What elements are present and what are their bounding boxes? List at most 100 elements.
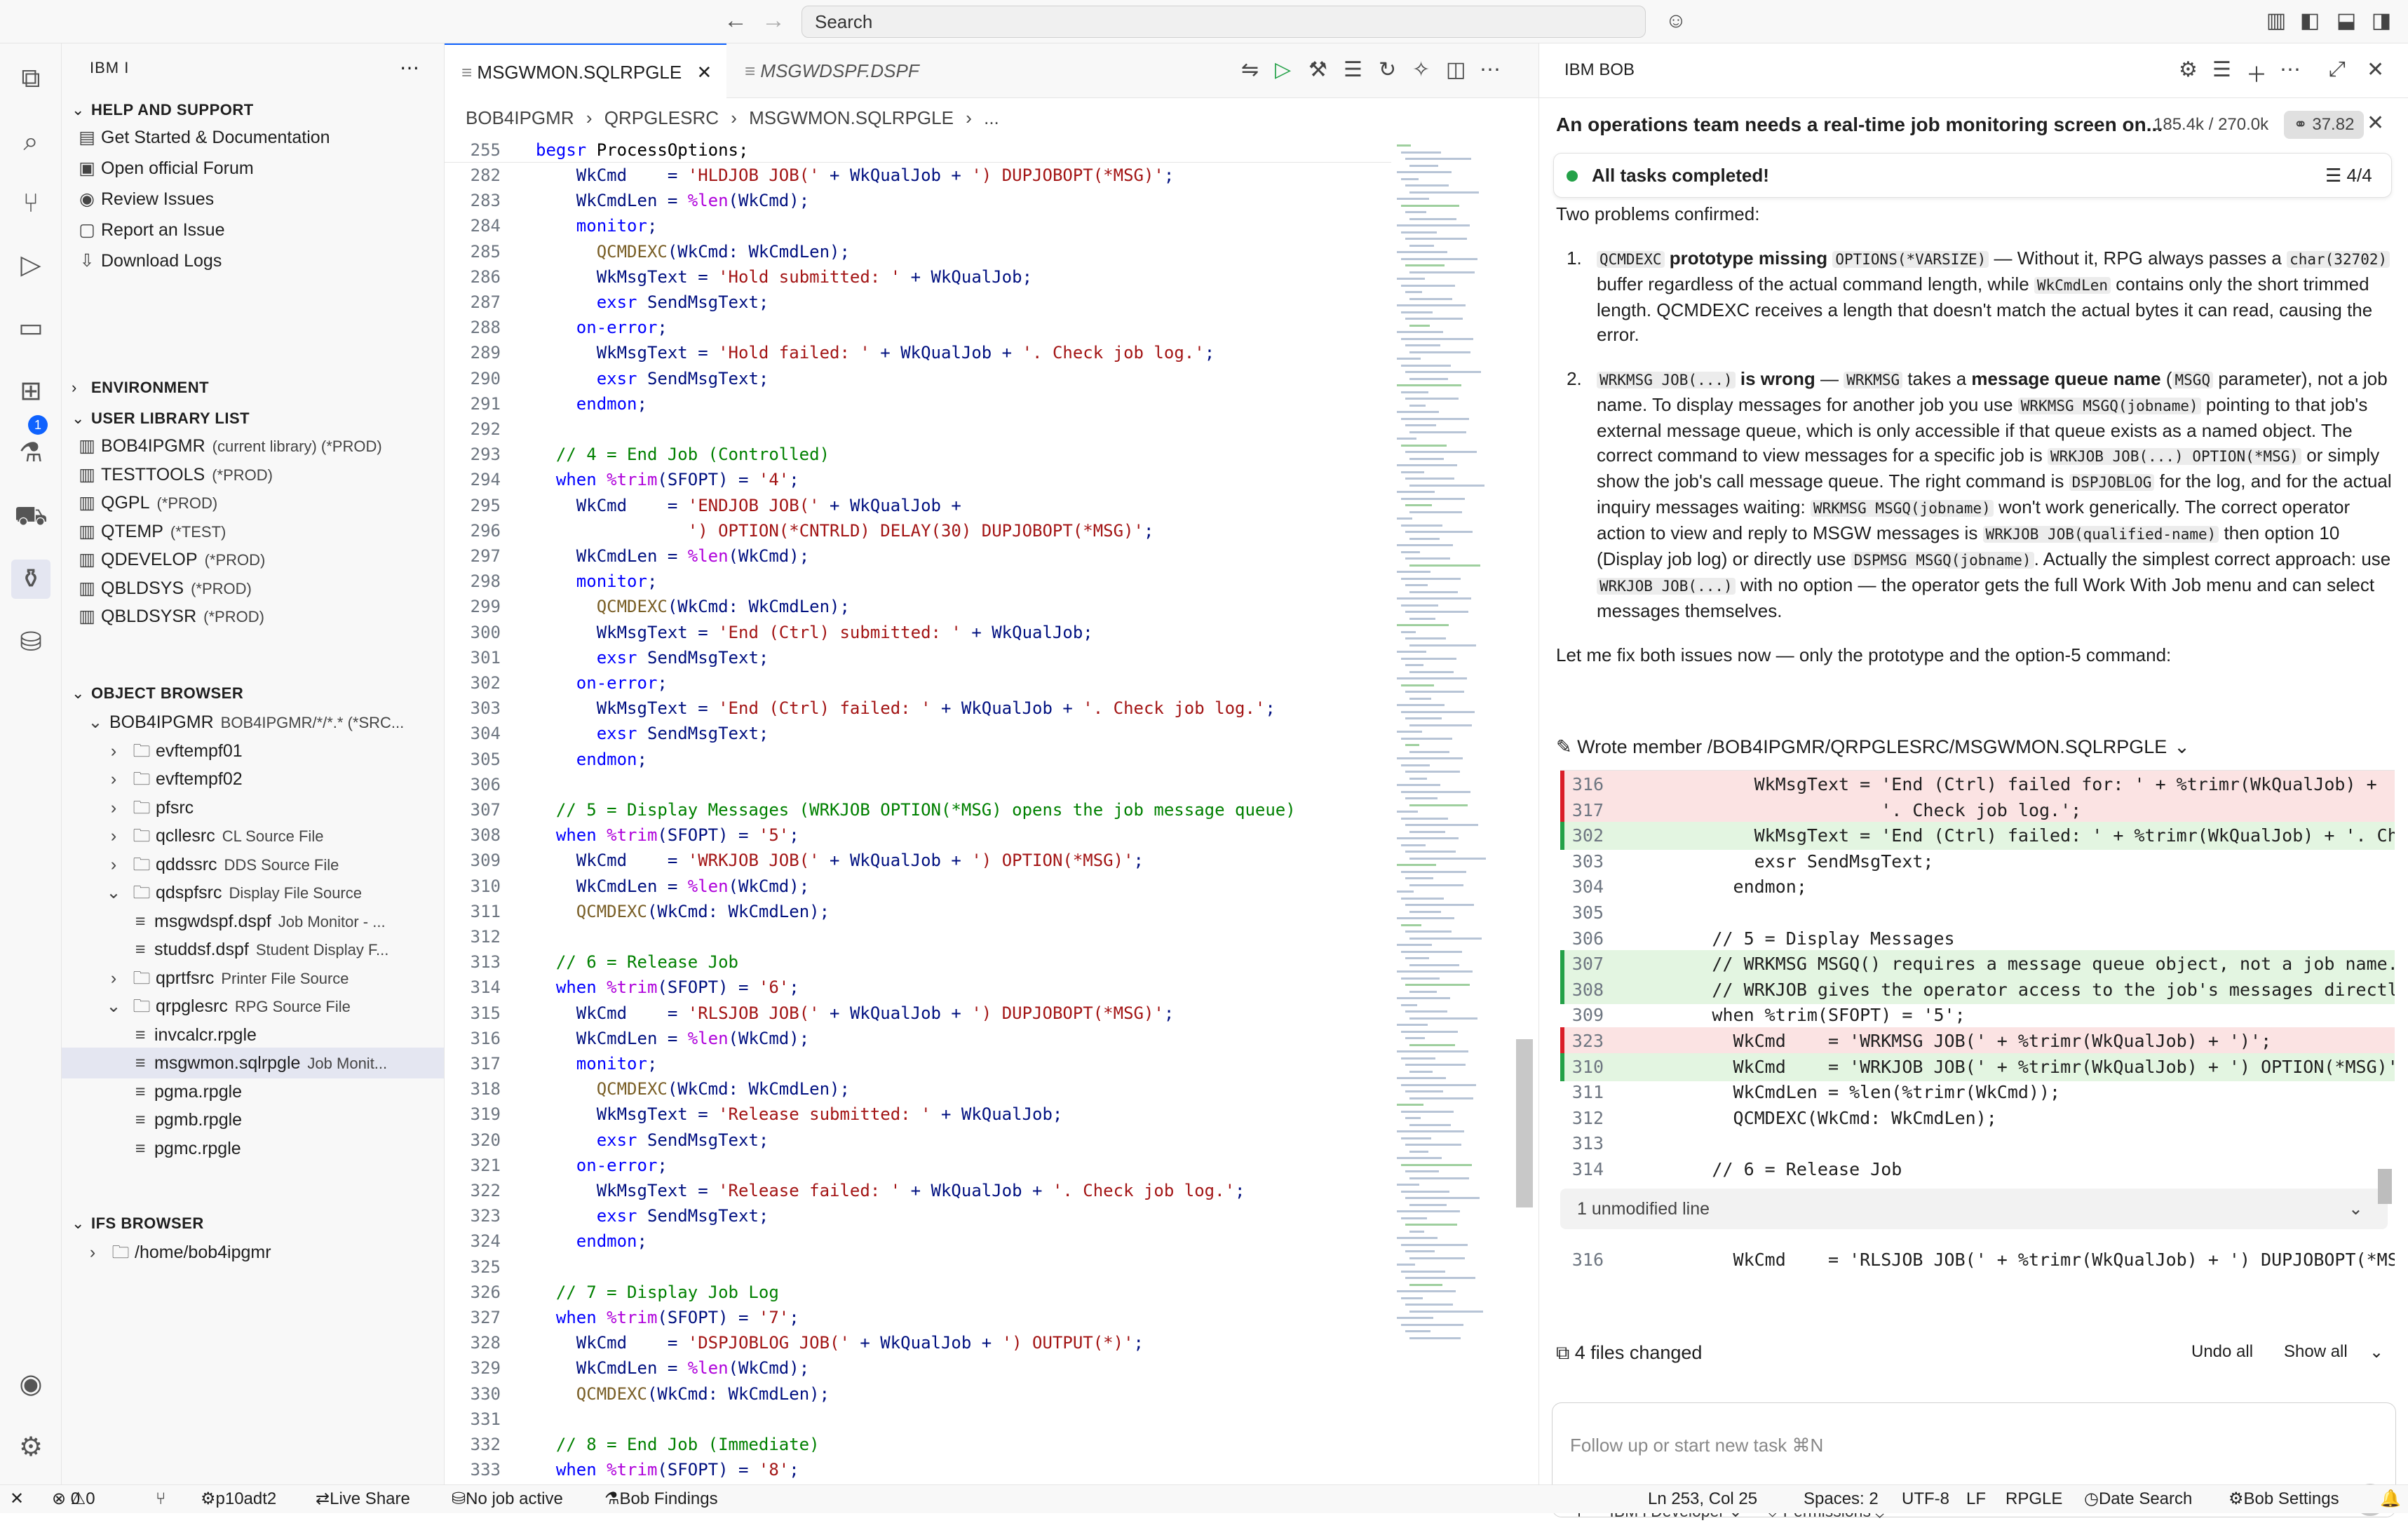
object-item[interactable]: ⌄ BOB4IPGMR BOB4IPGMR/*/*.* (*SRC... (62, 707, 444, 738)
run-icon[interactable]: ▷ (1275, 57, 1291, 82)
cursor-position[interactable]: Ln 253, Col 25 (1648, 1485, 1757, 1513)
object-item[interactable]: › 🗀 pfsrc (62, 792, 444, 823)
library-item[interactable]: ▥ BOB4IPGMR (current library) (*PROD) (73, 431, 382, 461)
member-item[interactable]: ≡ invcalcr.rpgle (62, 1020, 444, 1050)
toggle-sidebar-icon[interactable]: ◧ (2297, 8, 2322, 34)
chevron-right-icon[interactable]: › (100, 963, 128, 994)
problems-indicator[interactable]: ⊗ 0 ⚠ 0 (52, 1485, 95, 1513)
help-item[interactable]: ▣ Open official Forum (73, 153, 254, 184)
outline-icon[interactable]: ☰ (1344, 57, 1362, 82)
breadcrumb-member[interactable]: MSGWMON.SQLRPGLE (749, 107, 954, 128)
bob-findings-button[interactable]: ⚗ Bob Findings (604, 1485, 718, 1513)
database-icon[interactable]: ⛁ (11, 623, 50, 662)
breadcrumb-file[interactable]: QRPGLESRC (604, 107, 719, 128)
chat-tasks-icon[interactable]: ☰ (2212, 57, 2231, 82)
help-item[interactable]: ▢ Report an Issue (73, 215, 224, 245)
live-share-button[interactable]: ⇄ Live Share (316, 1485, 410, 1513)
magic-wand-icon[interactable]: ✧ (1412, 57, 1430, 82)
library-item[interactable]: ▥ QBLDSYS (*PROD) (73, 573, 252, 604)
library-item[interactable]: ▥ TESTTOOLS (*PROD) (73, 459, 273, 490)
chevron-right-icon[interactable]: › (100, 764, 128, 794)
member-item[interactable]: ≡ msgwdspf.dspf Job Monitor - ... (62, 906, 444, 937)
chat-input[interactable]: Follow up or start new task ⌘N (1570, 1435, 1823, 1456)
close-tab-icon[interactable]: ✕ (696, 62, 712, 83)
more-actions-icon[interactable]: ⋯ (400, 56, 419, 79)
forward-arrow-icon[interactable]: → (762, 7, 785, 34)
library-section-header[interactable]: ⌄ USER LIBRARY LIST (72, 409, 250, 428)
member-item[interactable]: ≡ msgwmon.sqlrpgle Job Monit... (62, 1048, 444, 1078)
object-item[interactable]: ⌄ 🗀 qdspfsrc Display File Source (62, 877, 444, 908)
library-item[interactable]: ▥ QTEMP (*TEST) (73, 516, 226, 547)
ibm-i-icon[interactable]: ⚱ (11, 560, 50, 599)
search-icon[interactable]: ⌕ (11, 122, 50, 161)
code-view[interactable]: 282 WkCmd = 'HLDJOB JOB(' + WkQualJob + … (445, 163, 1391, 1481)
library-item[interactable]: ▥ QDEVELOP (*PROD) (73, 544, 265, 575)
ifs-browser-header[interactable]: ⌄ IFS BROWSER (72, 1214, 204, 1233)
explorer-icon[interactable]: ⧉ (11, 59, 50, 98)
help-section-header[interactable]: ⌄ HELP AND SUPPORT (72, 101, 254, 119)
object-item[interactable]: › 🗀 evftempf02 (62, 764, 444, 794)
indent-setting[interactable]: Spaces: 2 (1804, 1485, 1879, 1513)
editor-scrollbar[interactable] (1516, 1039, 1533, 1207)
help-item[interactable]: ◉ Review Issues (73, 184, 214, 215)
object-item[interactable]: › 🗀 qcllesrc CL Source File (62, 820, 444, 851)
ifs-home-folder[interactable]: › 🗀/home/bob4ipgmr (79, 1237, 271, 1268)
wrote-member-header[interactable]: ✎ Wrote member /BOB4IPGMR/QRPGLESRC/MSGW… (1556, 736, 2190, 758)
chevron-right-icon[interactable]: › (100, 820, 128, 851)
eol[interactable]: LF (1966, 1485, 1986, 1513)
help-item[interactable]: ⇩ Download Logs (73, 245, 222, 276)
unmodified-lines-toggle[interactable]: 1 unmodified line ⌄ (1560, 1189, 2388, 1229)
chevron-right-icon[interactable]: › (100, 792, 128, 823)
task-title[interactable]: An operations team needs a real-time job… (1556, 114, 2163, 136)
split-editor-icon[interactable]: ◫ (1446, 57, 1466, 82)
deploy-icon[interactable]: ⛟ (11, 496, 50, 536)
toggle-panel-icon[interactable]: ⬓ (2334, 8, 2359, 34)
member-item[interactable]: ≡ studdsf.dspf Student Display F... (62, 934, 444, 965)
encoding[interactable]: UTF-8 (1902, 1485, 1949, 1513)
sticky-scroll-line[interactable]: 255 begsr ProcessOptions; (445, 137, 1391, 163)
notifications-icon[interactable]: 🔔 (2380, 1485, 2401, 1513)
copilot-icon[interactable]: ☺ (1663, 8, 1689, 34)
library-item[interactable]: ▥ QBLDSYSR (*PROD) (73, 601, 264, 632)
chevron-down-icon[interactable]: ⌄ (100, 991, 128, 1022)
chat-more-icon[interactable]: ⋯ (2280, 57, 2301, 82)
chevron-down-icon[interactable]: ⌄ (100, 877, 128, 908)
breadcrumb-lib[interactable]: BOB4IPGMR (466, 107, 574, 128)
maximize-icon[interactable]: ⤢ (2329, 57, 2346, 81)
git-icon[interactable]: ⑂ (156, 1485, 165, 1513)
language-mode[interactable]: RPGLE (2005, 1485, 2062, 1513)
source-control-icon[interactable]: ⑂ (11, 184, 50, 223)
object-item[interactable]: › 🗀 evftempf01 (62, 736, 444, 766)
layout-customize-icon[interactable]: ▥ (2264, 8, 2289, 34)
chevron-right-icon[interactable]: › (100, 849, 128, 880)
tab-msgwdspf[interactable]: ≡ MSGWDSPF.DSPF (728, 43, 959, 98)
date-search-button[interactable]: ◷ Date Search (2084, 1485, 2192, 1513)
chevron-right-icon[interactable]: › (100, 736, 128, 766)
member-item[interactable]: ≡ pgmb.rpgle (62, 1104, 444, 1135)
library-item[interactable]: ▥ QGPL (*PROD) (73, 487, 217, 518)
tab-msgwmon[interactable]: ≡ MSGWMON.SQLRPGLE ✕ (445, 43, 726, 98)
diff-scrollbar[interactable] (2378, 1169, 2392, 1204)
breadcrumb-symbol[interactable]: ... (984, 107, 999, 128)
compile-icon[interactable]: ⚒ (1308, 57, 1327, 82)
minimap[interactable] (1391, 137, 1489, 1484)
remote-explorer-icon[interactable]: ▭ (11, 309, 50, 348)
editor-more-icon[interactable]: ⋯ (1480, 57, 1501, 82)
extensions-icon[interactable]: ⊞ (11, 372, 50, 411)
account-icon[interactable]: ◉ (11, 1365, 50, 1404)
remote-indicator-icon[interactable]: ✕ (10, 1485, 24, 1513)
refresh-icon[interactable]: ↻ (1379, 57, 1396, 82)
member-item[interactable]: ≡ pgmc.rpgle (62, 1133, 444, 1164)
diff-view[interactable]: 316 WkMsgText = 'End (Ctrl) failed for: … (1560, 770, 2395, 1308)
bob-settings-button[interactable]: ⚙ Bob Settings (2228, 1485, 2339, 1513)
testing-icon[interactable]: ⚗ (11, 433, 50, 473)
environment-section-header[interactable]: › ENVIRONMENT (72, 379, 209, 397)
expand-chevron-icon[interactable]: ⌄ (2348, 1189, 2363, 1229)
object-item[interactable]: ⌄ 🗀 qrpglesrc RPG Source File (62, 991, 444, 1022)
object-item[interactable]: › 🗀 qprtfsrc Printer File Source (62, 963, 444, 994)
tasks-completed-banner[interactable]: All tasks completed! ☰ 4/4 (1553, 153, 2392, 198)
chevron-down-icon[interactable]: ⌄ (81, 707, 109, 738)
toggle-secondary-sidebar-icon[interactable]: ◨ (2369, 8, 2394, 34)
chat-settings-icon[interactable]: ⚙ (2179, 57, 2198, 82)
close-panel-icon[interactable]: ✕ (2367, 57, 2384, 82)
